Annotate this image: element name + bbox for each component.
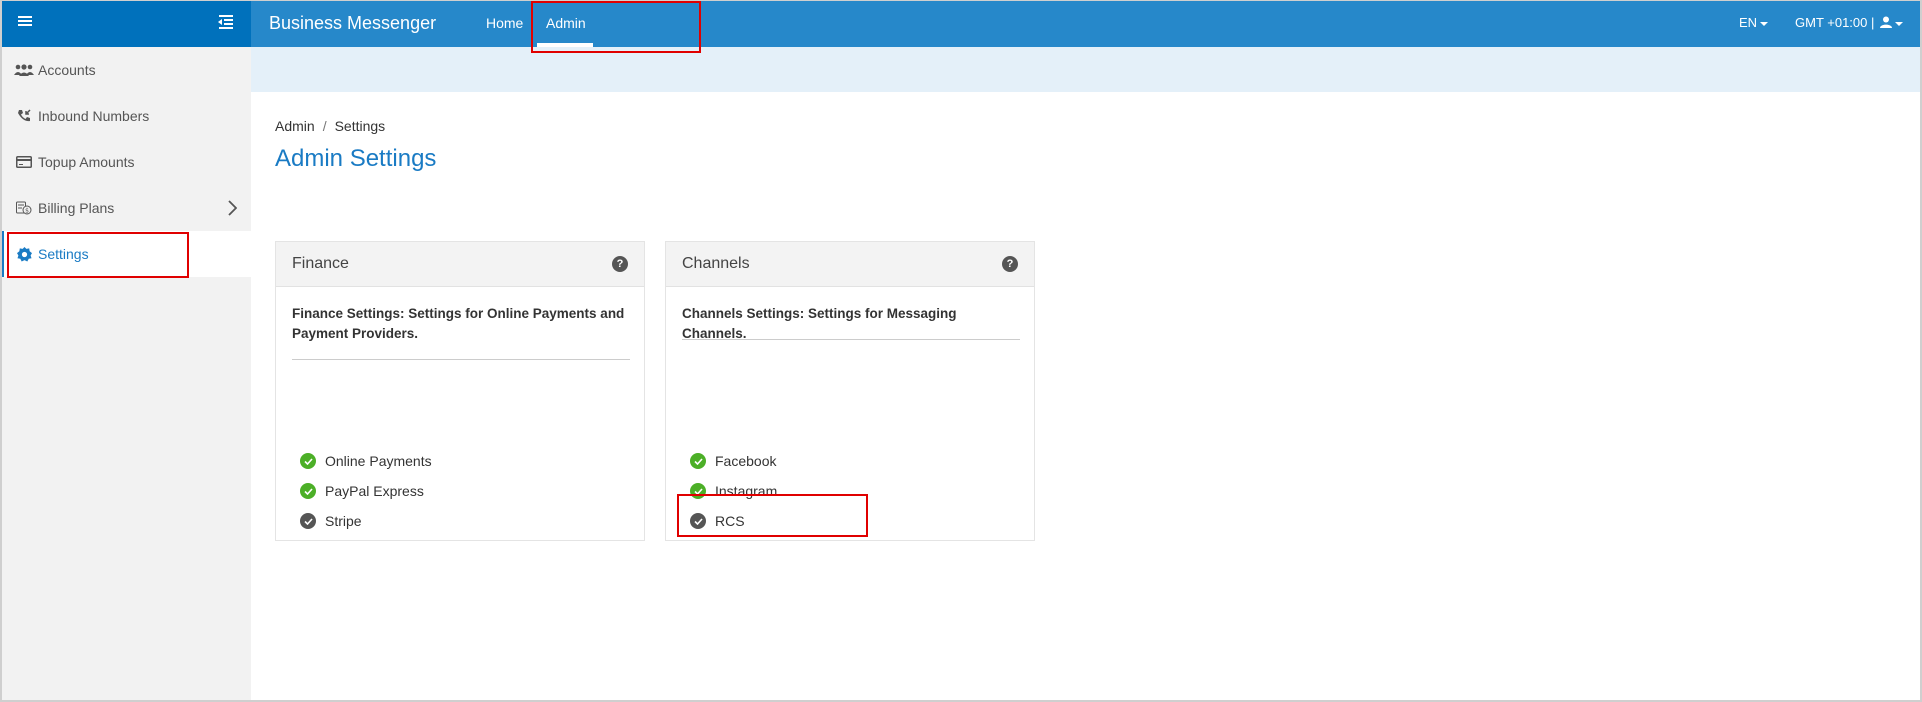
sidebar-item-label: Topup Amounts xyxy=(38,154,135,170)
card-description: Channels Settings: Settings for Messagin… xyxy=(682,306,957,341)
card-header: Channels ? xyxy=(666,242,1034,287)
sidebar-item-topup-amounts[interactable]: Topup Amounts xyxy=(0,139,251,185)
card-title: Finance xyxy=(292,255,349,272)
finance-card: Finance ? Finance Settings: Settings for… xyxy=(275,241,645,541)
sidebar-item-label: Inbound Numbers xyxy=(38,108,150,124)
help-icon[interactable]: ? xyxy=(1002,256,1018,272)
list-item-stripe[interactable]: Stripe xyxy=(300,506,432,536)
sidebar-item-accounts[interactable]: Accounts xyxy=(0,47,251,93)
caret-down-icon xyxy=(1895,21,1903,26)
timezone-label: GMT +01:00 | xyxy=(1795,15,1875,30)
list-item-label: Stripe xyxy=(325,513,362,529)
sidebar: Accounts Inbound Numbers Topup Amounts $… xyxy=(0,47,251,702)
check-circle-icon xyxy=(300,483,316,499)
finance-settings-list: Online Payments PayPal Express Stripe xyxy=(300,446,432,536)
users-icon xyxy=(13,62,35,78)
top-navbar: Business Messenger Home Admin EN GMT +01… xyxy=(251,0,1922,47)
user-icon xyxy=(1880,16,1892,28)
list-item-label: Instagram xyxy=(715,483,778,499)
sidebar-item-label: Billing Plans xyxy=(38,200,115,216)
help-icon[interactable]: ? xyxy=(612,256,628,272)
check-circle-icon xyxy=(300,513,316,529)
check-circle-icon xyxy=(690,513,706,529)
sidebar-header xyxy=(0,0,251,47)
gear-icon xyxy=(13,246,35,262)
list-item-label: PayPal Express xyxy=(325,483,424,499)
timezone-user-menu[interactable]: GMT +01:00 | xyxy=(1795,15,1903,30)
phone-incoming-icon xyxy=(13,108,35,124)
check-circle-icon xyxy=(690,483,706,499)
list-item-facebook[interactable]: Facebook xyxy=(690,446,777,476)
breadcrumb: Admin / Settings xyxy=(275,118,385,134)
breadcrumb-settings: Settings xyxy=(334,118,386,134)
language-label: EN xyxy=(1739,15,1758,30)
card-title: Channels xyxy=(682,255,750,272)
menu-icon[interactable] xyxy=(18,16,32,28)
card-divider xyxy=(682,339,1020,340)
card-divider xyxy=(292,359,630,360)
sidebar-item-billing-plans[interactable]: $ Billing Plans xyxy=(0,185,251,231)
language-dropdown[interactable]: EN xyxy=(1739,15,1769,30)
list-item-paypal-express[interactable]: PayPal Express xyxy=(300,476,432,506)
check-circle-icon xyxy=(300,453,316,469)
channels-card: Channels ? Channels Settings: Settings f… xyxy=(665,241,1035,541)
list-item-rcs[interactable]: RCS xyxy=(690,506,777,536)
breadcrumb-admin[interactable]: Admin xyxy=(275,118,315,134)
breadcrumb-separator: / xyxy=(322,118,327,134)
sidebar-item-settings[interactable]: Settings xyxy=(0,231,251,277)
card-header: Finance ? xyxy=(276,242,644,287)
sidebar-item-label: Settings xyxy=(38,246,89,262)
list-item-online-payments[interactable]: Online Payments xyxy=(300,446,432,476)
chevron-right-icon[interactable] xyxy=(228,200,237,216)
svg-text:$: $ xyxy=(25,208,29,215)
caret-down-icon xyxy=(1760,21,1769,26)
collapse-sidebar-icon[interactable] xyxy=(218,15,234,29)
app-brand[interactable]: Business Messenger xyxy=(269,13,436,34)
list-item-instagram[interactable]: Instagram xyxy=(690,476,777,506)
sidebar-item-inbound-numbers[interactable]: Inbound Numbers xyxy=(0,93,251,139)
sidebar-item-label: Accounts xyxy=(38,62,96,78)
credit-card-icon xyxy=(13,154,35,170)
list-item-label: Facebook xyxy=(715,453,777,469)
list-item-label: RCS xyxy=(715,513,745,529)
list-item-label: Online Payments xyxy=(325,453,432,469)
nav-home[interactable]: Home xyxy=(486,15,523,31)
channels-settings-list: Facebook Instagram RCS xyxy=(690,446,777,536)
billing-coins-icon: $ xyxy=(13,200,35,216)
page-title: Admin Settings xyxy=(275,145,437,172)
card-description: Finance Settings: Settings for Online Pa… xyxy=(292,306,625,341)
nav-admin[interactable]: Admin xyxy=(546,15,586,31)
subheader-band xyxy=(251,47,1922,92)
check-circle-icon xyxy=(690,453,706,469)
